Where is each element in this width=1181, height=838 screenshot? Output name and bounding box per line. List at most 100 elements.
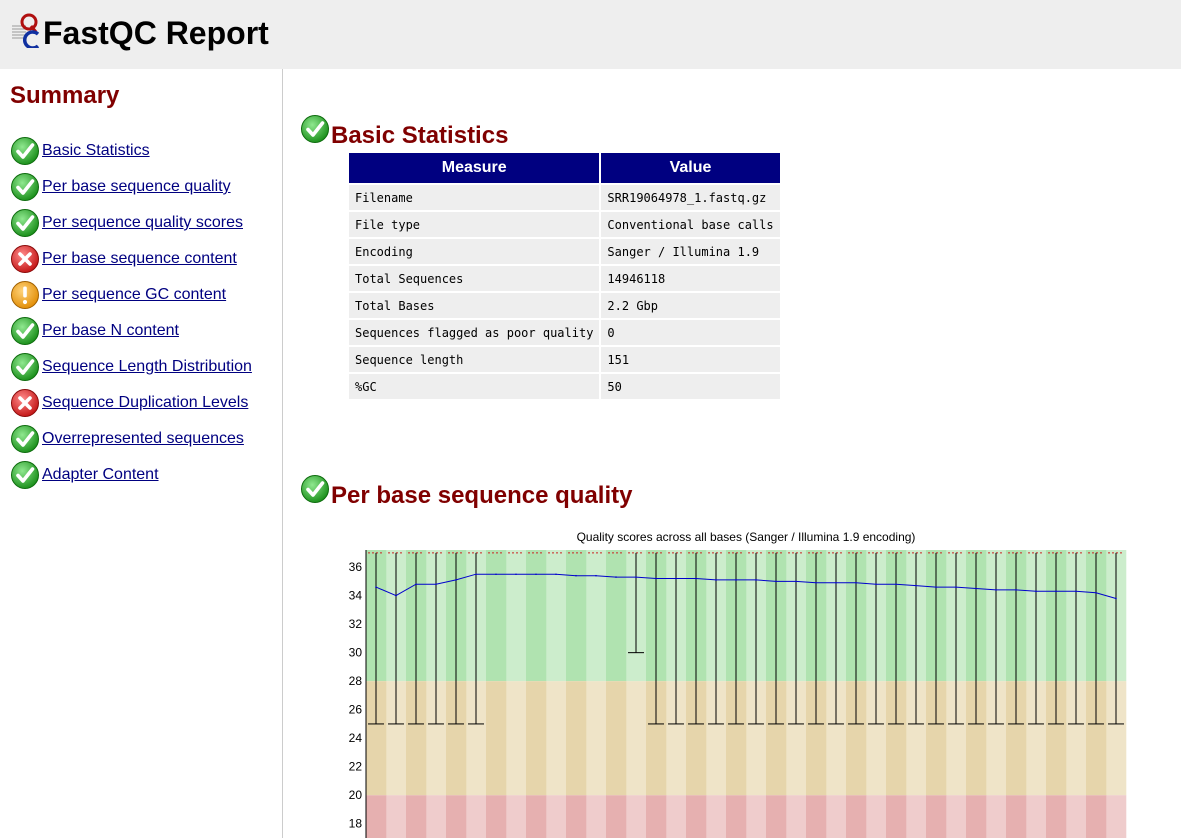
measure-cell: Encoding [349,239,600,264]
sidebar-item-adapter-content[interactable]: Adapter Content [10,457,252,493]
zone-poor-band [566,795,587,838]
mean-point [375,586,377,588]
zone-reasonable-band [486,681,507,796]
sidebar-item-sequence-duplication-levels[interactable]: Sequence Duplication Levels [10,385,252,421]
sidebar-link-sequence-duplication-levels[interactable]: Sequence Duplication Levels [42,394,248,412]
sidebar-link-adapter-content[interactable]: Adapter Content [42,466,159,484]
mean-point [635,576,637,578]
sidebar-item-per-base-sequence-content[interactable]: Per base sequence content [10,241,252,277]
mean-point [1035,590,1037,593]
sidebar-item-per-base-sequence-quality[interactable]: Per base sequence quality [10,169,252,205]
mean-point [1095,591,1097,594]
mean-point [535,573,537,576]
mean-point [1075,590,1077,593]
sidebar-link-sequence-length-distribution[interactable]: Sequence Length Distribution [42,358,252,376]
zone-poor-band [606,795,627,838]
table-row: Sequence length 151 [349,347,780,372]
mean-point [855,581,857,584]
sidebar-item-per-base-n-content[interactable]: Per base N content [10,313,252,349]
mean-point [555,573,557,576]
y-tick-label: 24 [349,731,363,745]
zone-poor-band [506,795,527,838]
table-header-row: Measure Value [349,153,780,183]
measure-cell: Total Sequences [349,266,600,291]
zone-poor-band [1046,795,1067,838]
zone-poor-band [966,795,987,838]
sidebar-link-per-base-n-content[interactable]: Per base N content [42,322,179,340]
zone-poor-band [886,795,907,838]
sidebar-link-overrepresented-sequences[interactable]: Overrepresented sequences [42,430,244,448]
zone-good-band [506,550,527,682]
table-row: Total Bases 2.2 Gbp [349,293,780,318]
zone-reasonable-band [606,681,627,796]
zone-poor-band [926,795,947,838]
table-body: Filename SRR19064978_1.fastq.gz File type C… [349,185,780,399]
check-icon [11,425,39,453]
sidebar-link-basic-statistics[interactable]: Basic Statistics [42,142,150,160]
zone-reasonable-band [586,681,607,796]
zone-poor-band [766,795,787,838]
table-row: Encoding Sanger / Illumina 1.9 [349,239,780,264]
mean-point [1055,590,1057,593]
sidebar-item-per-sequence-gc-content[interactable]: Per sequence GC content [10,277,252,313]
sidebar-link-per-base-sequence-content[interactable]: Per base sequence content [42,250,237,268]
column-header-value: Value [601,153,780,183]
table-row: File type Conventional base calls [349,212,780,237]
fastqc-logo-icon [12,13,40,48]
zone-good-band [486,550,507,682]
zone-poor-band [446,795,467,838]
zone-reasonable-band [626,681,647,796]
mean-point [575,574,577,577]
value-cell: SRR19064978_1.fastq.gz [601,185,780,210]
value-cell: 0 [601,320,780,345]
zone-reasonable-band [526,681,547,796]
value-cell: Conventional base calls [601,212,780,237]
mean-point [1115,597,1117,600]
y-tick-label: 30 [349,646,363,660]
zone-poor-band [1106,795,1127,838]
sidebar-item-overrepresented-sequences[interactable]: Overrepresented sequences [10,421,252,457]
zone-poor-band [426,795,447,838]
y-tick-label: 28 [349,674,363,688]
value-cell: 151 [601,347,780,372]
zone-poor-band [906,795,927,838]
zone-poor-band [786,795,807,838]
zone-poor-band [646,795,667,838]
mean-point [595,574,597,577]
measure-cell: %GC [349,374,600,399]
mean-point [435,583,437,586]
check-icon [11,353,39,381]
zone-poor-band [726,795,747,838]
y-tick-label: 18 [349,817,363,831]
check-icon [11,209,39,237]
sidebar-item-basic-statistics[interactable]: Basic Statistics [10,133,252,169]
zone-poor-band [366,795,387,838]
y-tick-label: 32 [349,617,363,631]
mean-point [955,586,957,588]
value-cell: 2.2 Gbp [601,293,780,318]
zone-poor-band [946,795,967,838]
chart-title: Quality scores across all bases (Sanger … [577,530,916,544]
check-icon [11,461,39,489]
zone-reasonable-band [506,681,527,796]
sidebar-link-per-sequence-gc-content[interactable]: Per sequence GC content [42,286,226,304]
measure-cell: File type [349,212,600,237]
zone-poor-band [546,795,567,838]
y-tick-label: 26 [349,703,363,717]
zone-poor-band [1066,795,1087,838]
mean-point [455,579,457,581]
zone-poor-band [406,795,427,838]
zone-good-band [526,550,547,682]
measure-cell: Sequences flagged as poor quality [349,320,600,345]
sidebar-link-per-sequence-quality-scores[interactable]: Per sequence quality scores [42,214,243,232]
zone-good-band [546,550,567,682]
zone-poor-band [586,795,607,838]
zone-poor-band [1086,795,1107,838]
measure-cell: Sequence length [349,347,600,372]
sidebar-item-sequence-length-distribution[interactable]: Sequence Length Distribution [10,349,252,385]
sidebar-item-per-sequence-quality-scores[interactable]: Per sequence quality scores [10,205,252,241]
report-title: FastQC Report [43,15,269,51]
sidebar-link-per-base-sequence-quality[interactable]: Per base sequence quality [42,178,231,196]
per-base-quality-status-icon [301,475,329,503]
table-row: Sequences flagged as poor quality 0 [349,320,780,345]
